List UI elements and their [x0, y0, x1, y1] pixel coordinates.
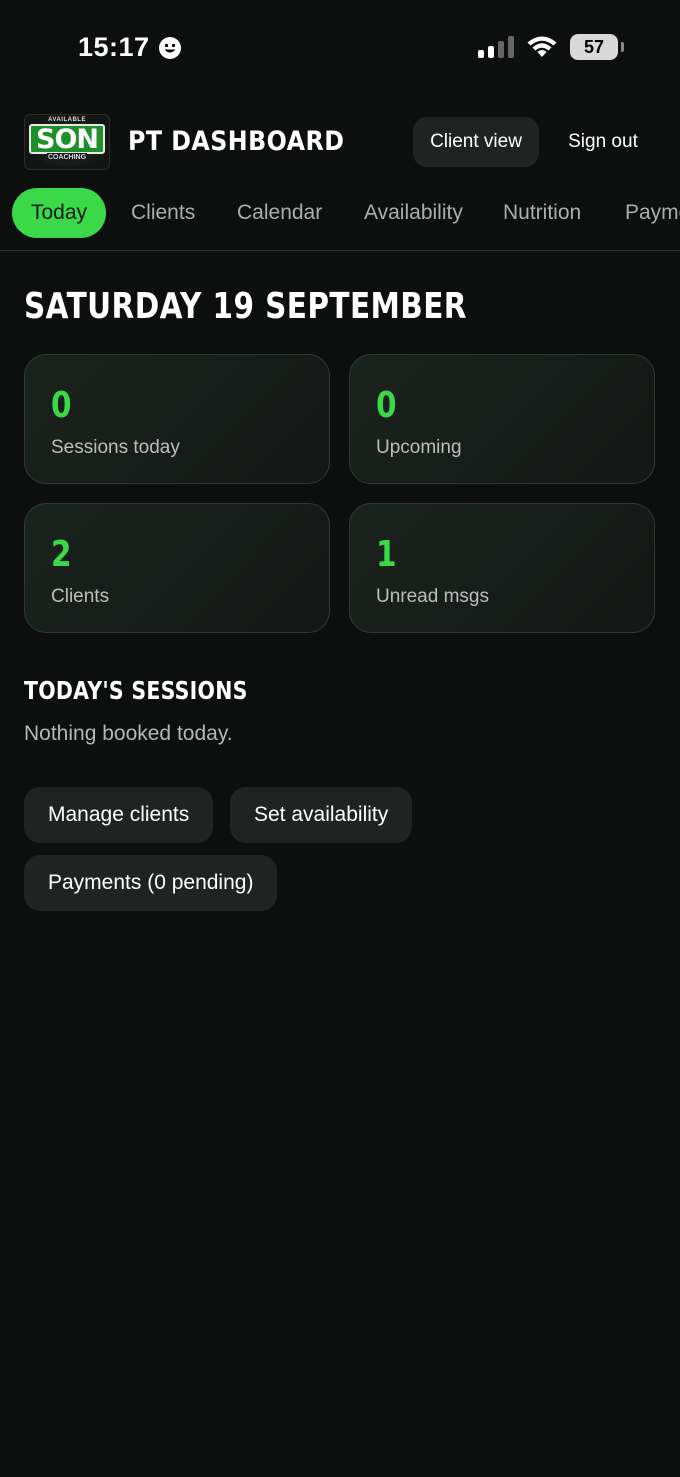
wifi-icon: [527, 36, 557, 57]
brand-logo: AVAILABLE SON COACHING: [24, 114, 110, 170]
tab-availability[interactable]: Availability: [364, 188, 463, 238]
payments-button[interactable]: Payments (0 pending): [24, 855, 278, 911]
stat-card-clients: 2 Clients: [24, 503, 330, 633]
sign-out-button[interactable]: Sign out: [556, 117, 650, 167]
tab-nutrition[interactable]: Nutrition: [503, 188, 581, 238]
sessions-section-title: TODAY'S SESSIONS: [24, 676, 248, 705]
stat-label: Sessions today: [51, 437, 180, 458]
tab-today[interactable]: Today: [12, 188, 107, 238]
status-bar: 15:17 57: [0, 0, 680, 100]
logo-top-text: AVAILABLE: [48, 117, 86, 123]
date-heading: SATURDAY 19 SEPTEMBER: [24, 286, 467, 327]
stat-value: 0: [376, 385, 397, 426]
smiley-icon: [158, 36, 181, 59]
tab-calendar[interactable]: Calendar: [237, 188, 322, 238]
stat-value: 1: [376, 534, 397, 575]
tab-payments[interactable]: Payme: [625, 188, 680, 238]
battery-level: 57: [583, 36, 605, 57]
sessions-empty-text: Nothing booked today.: [24, 722, 233, 745]
logo-main-text: SON: [29, 124, 105, 154]
stat-card-upcoming: 0 Upcoming: [349, 354, 655, 484]
app-header: AVAILABLE SON COACHING PT DASHBOARD Clie…: [0, 110, 680, 174]
status-time: 15:17: [78, 32, 150, 62]
tab-clients[interactable]: Clients: [131, 188, 195, 238]
stat-card-unread-msgs: 1 Unread msgs: [349, 503, 655, 633]
battery-icon: 57: [570, 34, 624, 60]
nav-tabs: Today Clients Calendar Availability Nutr…: [0, 188, 680, 240]
logo-sub-text: COACHING: [47, 153, 87, 163]
client-view-button[interactable]: Client view: [413, 117, 539, 167]
manage-clients-button[interactable]: Manage clients: [24, 787, 214, 843]
status-indicators: 57: [478, 34, 624, 60]
stat-label: Upcoming: [376, 437, 462, 458]
page-title: PT DASHBOARD: [128, 126, 345, 157]
pt-dashboard-screen: 15:17 57 AVAILABLE SON COACHING PT DASHB…: [0, 0, 680, 1477]
signal-icon: [478, 36, 514, 58]
status-time-group: 15:17: [78, 32, 182, 63]
set-availability-button[interactable]: Set availability: [230, 787, 413, 843]
stat-label: Unread msgs: [376, 586, 489, 607]
stat-value: 2: [51, 534, 72, 575]
stat-value: 0: [51, 385, 72, 426]
stat-label: Clients: [51, 586, 110, 607]
stat-card-sessions-today: 0 Sessions today: [24, 354, 330, 484]
tabs-divider: [0, 250, 680, 251]
